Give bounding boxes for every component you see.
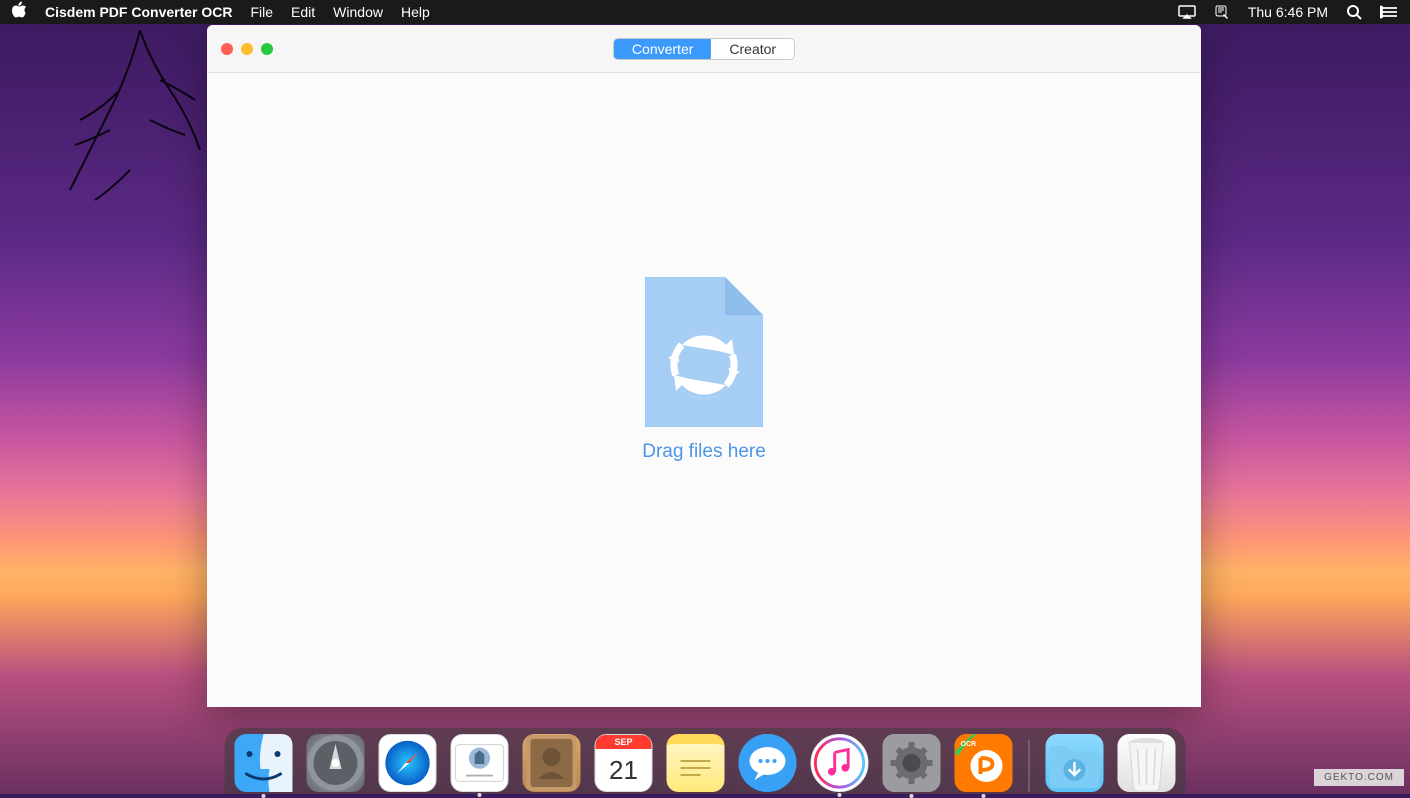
dock-notes[interactable] bbox=[667, 734, 725, 792]
window-minimize-button[interactable] bbox=[241, 43, 253, 55]
app-window: Converter Creator Drag files here bbox=[207, 25, 1201, 707]
file-convert-icon bbox=[645, 277, 763, 427]
dock-running-indicator bbox=[910, 794, 914, 798]
menubar-clock[interactable]: Thu 6:46 PM bbox=[1248, 4, 1328, 20]
mode-segmented-control: Converter Creator bbox=[613, 38, 795, 60]
window-close-button[interactable] bbox=[221, 43, 233, 55]
menu-file[interactable]: File bbox=[250, 4, 273, 20]
spotlight-search-icon[interactable] bbox=[1346, 4, 1362, 20]
dock-cisdem-pdf-converter[interactable]: OCR bbox=[955, 734, 1013, 792]
dropzone-label: Drag files here bbox=[642, 441, 766, 463]
menubar: Cisdem PDF Converter OCR File Edit Windo… bbox=[0, 0, 1410, 24]
window-titlebar[interactable]: Converter Creator bbox=[207, 25, 1201, 73]
tab-converter[interactable]: Converter bbox=[614, 39, 711, 59]
dock-mail[interactable] bbox=[451, 734, 509, 792]
menu-window[interactable]: Window bbox=[333, 4, 383, 20]
menu-edit[interactable]: Edit bbox=[291, 4, 315, 20]
dock-system-preferences[interactable] bbox=[883, 734, 941, 792]
airplay-icon[interactable] bbox=[1178, 5, 1196, 19]
dock-downloads[interactable] bbox=[1046, 734, 1104, 792]
app-menu[interactable]: Cisdem PDF Converter OCR bbox=[45, 4, 232, 20]
dock-safari[interactable] bbox=[379, 734, 437, 792]
window-content: Drag files here bbox=[207, 73, 1201, 707]
dock: SEP 21 OCR bbox=[225, 728, 1186, 794]
dock-launchpad[interactable] bbox=[307, 734, 365, 792]
notification-center-icon[interactable] bbox=[1380, 5, 1398, 19]
watermark-label: GEKTO.COM bbox=[1314, 769, 1404, 786]
svg-text:OCR: OCR bbox=[961, 741, 977, 748]
dock-messages[interactable] bbox=[739, 734, 797, 792]
dock-trash[interactable] bbox=[1118, 734, 1176, 792]
dock-finder[interactable] bbox=[235, 734, 293, 792]
menu-help[interactable]: Help bbox=[401, 4, 430, 20]
script-menu-icon[interactable] bbox=[1214, 4, 1230, 20]
dock-contacts[interactable] bbox=[523, 734, 581, 792]
calendar-day-label: 21 bbox=[609, 749, 638, 791]
apple-menu-icon[interactable] bbox=[12, 1, 27, 23]
dock-separator bbox=[1029, 740, 1030, 792]
dock-calendar[interactable]: SEP 21 bbox=[595, 734, 653, 792]
calendar-month-label: SEP bbox=[596, 735, 652, 749]
dock-running-indicator bbox=[982, 794, 986, 798]
window-fullscreen-button[interactable] bbox=[261, 43, 273, 55]
dock-running-indicator bbox=[262, 794, 266, 798]
tab-creator[interactable]: Creator bbox=[711, 39, 794, 59]
dock-itunes[interactable] bbox=[811, 734, 869, 792]
file-dropzone[interactable]: Drag files here bbox=[642, 277, 766, 463]
